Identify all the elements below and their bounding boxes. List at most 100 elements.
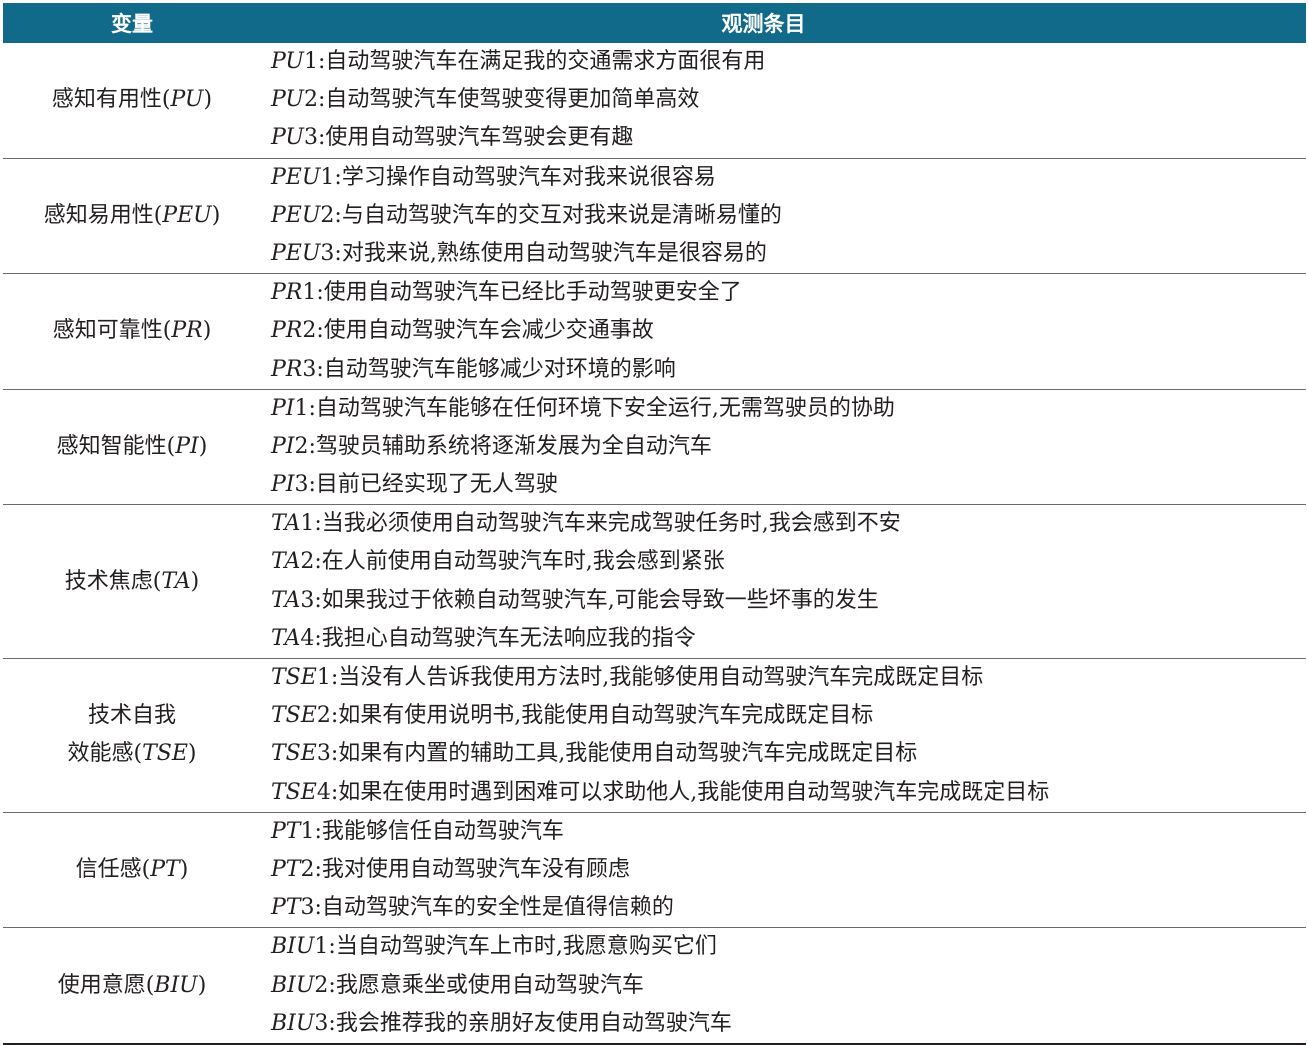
item-number: 3: [320, 240, 335, 266]
item-number: 1: [300, 818, 315, 844]
variable-name-suffix: ): [187, 741, 197, 767]
items-cell: PI1:自动驾驶汽车能够在任何环境下安全运行,无需驾驶员的协助 PI2:驾驶员辅助…: [261, 390, 1306, 505]
variable-name-prefix: 信任感(: [75, 857, 151, 883]
observation-item: PU2:自动驾驶汽车使驾驶变得更加简单高效: [271, 81, 1306, 119]
observation-item: PU1:自动驾驶汽车在满足我的交通需求方面很有用: [271, 43, 1306, 81]
variable-cell: 信任感(PT): [3, 813, 261, 928]
item-text: :使用自动驾驶汽车已经比手动驾驶更安全了: [316, 280, 742, 306]
observation-item: BIU1:当自动驾驶汽车上市时,我愿意购买它们: [271, 928, 1306, 966]
variable-name-suffix: ): [190, 568, 200, 594]
observation-item: BIU3:我会推荐我的亲朋好友使用自动驾驶汽车: [271, 1005, 1306, 1043]
variable-group: 感知易用性(PEU) PEU1:学习操作自动驾驶汽车对我来说很容易 PEU2:与自动…: [3, 159, 1306, 275]
variable-name-line: 感知智能性(PI): [57, 428, 208, 466]
item-number: 2: [314, 972, 329, 998]
variable-name: 技术自我 效能感(TSE): [68, 697, 197, 773]
item-number: 2: [302, 318, 317, 344]
variable-name-line: 信任感(PT): [76, 851, 189, 889]
item-text: :对我来说,熟练使用自动驾驶汽车是很容易的: [334, 240, 767, 266]
variable-name-line: 技术焦虑(TA): [65, 563, 200, 601]
observation-item: PI2:驾驶员辅助系统将逐渐发展为全自动汽车: [271, 428, 1306, 466]
variable-name-suffix: ): [202, 318, 212, 344]
item-code: TA: [271, 625, 301, 651]
variable-name-line: 效能感(TSE): [68, 735, 197, 773]
item-code: PR: [271, 280, 303, 306]
item-text: :如果我过于依赖自动驾驶汽车,可能会导致一些坏事的发生: [314, 587, 879, 613]
item-code: BIU: [271, 1010, 315, 1036]
item-code: PI: [271, 472, 295, 498]
variable-name-suffix: ): [197, 972, 207, 998]
item-code: BIU: [271, 972, 315, 998]
variable-name-suffix: ): [179, 857, 189, 883]
item-number: 2: [303, 87, 318, 113]
observation-item: PR2:使用自动驾驶汽车会减少交通事故: [271, 312, 1306, 350]
item-code: PI: [271, 395, 295, 421]
item-number: 3: [316, 741, 331, 767]
variable-group: 感知有用性(PU) PU1:自动驾驶汽车在满足我的交通需求方面很有用 PU2:自动驾…: [3, 43, 1306, 159]
item-code: BIU: [271, 934, 315, 960]
item-code: TA: [271, 511, 301, 537]
item-code: TSE: [271, 741, 317, 767]
item-number: 4: [300, 625, 315, 651]
items-cell: PT1:我能够信任自动驾驶汽车 PT2:我对使用自动驾驶汽车没有顾虑 PT3:自动驾…: [261, 813, 1306, 928]
item-code: PT: [271, 856, 301, 882]
item-text: :如果有使用说明书,我能使用自动驾驶汽车完成既定目标: [330, 703, 874, 729]
variable-group: 技术焦虑(TA) TA1:当我必须使用自动驾驶汽车来完成驾驶任务时,我会感到不安 T…: [3, 505, 1306, 659]
item-number: 3: [314, 1010, 329, 1036]
variable-name-prefix: 感知智能性(: [56, 433, 176, 459]
observation-item: TSE2:如果有使用说明书,我能使用自动驾驶汽车完成既定目标: [271, 697, 1306, 735]
variable-cell: 感知易用性(PEU): [3, 159, 261, 274]
item-code: PEU: [271, 202, 321, 228]
items-cell: BIU1:当自动驾驶汽车上市时,我愿意购买它们 BIU2:我愿意乘坐或使用自动驾驶…: [261, 928, 1306, 1043]
item-text: :我会推荐我的亲朋好友使用自动驾驶汽车: [328, 1010, 732, 1036]
variable-cell: 感知有用性(PU): [3, 43, 261, 158]
item-code: PI: [271, 433, 295, 459]
variable-group: 感知智能性(PI) PI1:自动驾驶汽车能够在任何环境下安全运行,无需驾驶员的协助…: [3, 390, 1306, 506]
variable-name-prefix: 效能感(: [67, 741, 143, 767]
observation-item: PR1:使用自动驾驶汽车已经比手动驾驶更安全了: [271, 274, 1306, 312]
item-text: :我担心自动驾驶汽车无法响应我的指令: [314, 625, 696, 651]
items-cell: PEU1:学习操作自动驾驶汽车对我来说很容易 PEU2:与自动驾驶汽车的交互对我来…: [261, 159, 1306, 274]
item-code: PU: [271, 49, 304, 74]
variable-abbr: PEU: [162, 202, 212, 228]
variables-table: 变量 观测条目 感知有用性(PU) PU1:自动驾驶汽车在满足我的交通需求方面很有…: [3, 3, 1306, 1045]
item-text: :学习操作自动驾驶汽车对我来说很容易: [334, 164, 716, 190]
item-text: :当没有人告诉我使用方法时,我能够使用自动驾驶汽车完成既定目标: [330, 665, 984, 690]
item-code: PEU: [271, 240, 321, 266]
observation-item: TSE4:如果在使用时遇到困难可以求助他人,我能使用自动驾驶汽车完成既定目标: [271, 774, 1306, 812]
variable-name-prefix: 感知易用性(: [43, 202, 163, 228]
observation-item: TSE1:当没有人告诉我使用方法时,我能够使用自动驾驶汽车完成既定目标: [271, 659, 1306, 697]
variable-group: 技术自我 效能感(TSE) TSE1:当没有人告诉我使用方法时,我能够使用自动驾驶汽…: [3, 659, 1306, 813]
item-number: 1: [316, 665, 331, 690]
item-code: TA: [271, 549, 301, 575]
item-text: :使用自动驾驶汽车驾驶会更有趣: [317, 125, 634, 151]
variable-abbr: PI: [175, 433, 199, 459]
item-code: PT: [271, 818, 301, 844]
item-text: :自动驾驶汽车使驾驶变得更加简单高效: [317, 87, 700, 113]
item-text: :使用自动驾驶汽车会减少交通事故: [316, 318, 654, 344]
item-code: PU: [271, 125, 304, 151]
variable-name-suffix: ): [198, 433, 208, 459]
table-body: 感知有用性(PU) PU1:自动驾驶汽车在满足我的交通需求方面很有用 PU2:自动驾…: [3, 43, 1306, 1045]
items-cell: PR1:使用自动驾驶汽车已经比手动驾驶更安全了 PR2:使用自动驾驶汽车会减少交通…: [261, 274, 1306, 389]
observation-item: PU3:使用自动驾驶汽车驾驶会更有趣: [271, 119, 1306, 157]
item-number: 3: [302, 356, 317, 382]
item-number: 1: [303, 49, 318, 74]
item-text: :自动驾驶汽车在满足我的交通需求方面很有用: [317, 49, 766, 74]
header-variable: 变量: [111, 12, 153, 36]
items-cell: TA1:当我必须使用自动驾驶汽车来完成驾驶任务时,我会感到不安 TA2:在人前使用…: [261, 505, 1306, 658]
variable-group: 感知可靠性(PR) PR1:使用自动驾驶汽车已经比手动驾驶更安全了 PR2:使用自动…: [3, 274, 1306, 390]
variable-name-line: 使用意愿(BIU): [58, 967, 207, 1005]
variable-abbr: BIU: [154, 972, 198, 998]
observation-item: PT3:自动驾驶汽车的安全性是值得信赖的: [271, 889, 1306, 927]
variable-name-suffix: ): [211, 202, 221, 228]
variable-abbr: PR: [171, 318, 203, 344]
variable-abbr: TA: [161, 568, 191, 594]
item-text: :自动驾驶汽车能够在任何环境下安全运行,无需驾驶员的协助: [308, 395, 895, 421]
item-number: 1: [300, 511, 315, 537]
item-number: 3: [294, 472, 309, 498]
variable-name-prefix: 使用意愿(: [57, 972, 155, 998]
item-text: :驾驶员辅助系统将逐渐发展为全自动汽车: [308, 433, 712, 459]
variable-name: 感知有用性(PU): [52, 81, 212, 119]
item-code: PR: [271, 356, 303, 382]
variable-cell: 技术焦虑(TA): [3, 505, 261, 658]
